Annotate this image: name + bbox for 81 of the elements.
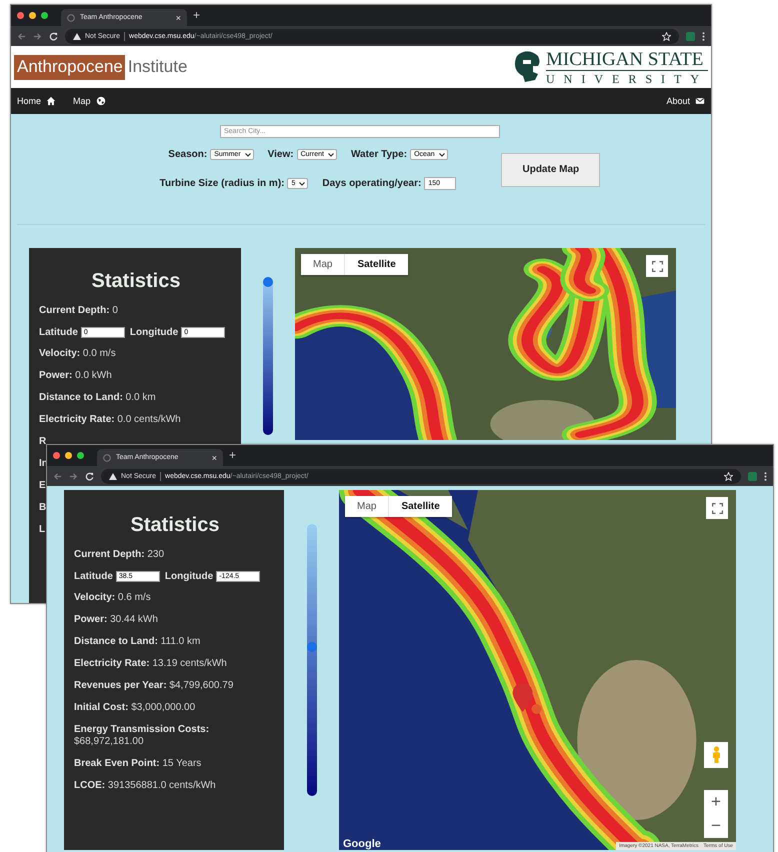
map-type-tab[interactable]: Map [345, 496, 388, 517]
longitude-label: Longitude [164, 571, 214, 582]
stat-line: Power: 0.0 kWh [39, 370, 113, 382]
page-icon [67, 14, 75, 22]
statistics-title: Statistics [90, 270, 182, 293]
tab-close-button[interactable]: × [176, 12, 181, 22]
stat-line: R [39, 436, 48, 448]
stat-line: Current Depth: 230 [74, 549, 166, 561]
caret-icon [299, 182, 306, 186]
map-link[interactable]: Map [73, 96, 106, 106]
depth-slider[interactable] [263, 277, 273, 435]
menu-icon[interactable] [702, 32, 705, 40]
stat-line: Revenues per Year: $4,799,600.79 [74, 680, 234, 692]
back-arrow-icon[interactable] [53, 472, 62, 480]
minimize-window-button[interactable] [65, 452, 72, 459]
new-tab-button[interactable]: + [229, 448, 236, 464]
stat-line: E [39, 480, 47, 492]
field-label: Water Type: [350, 149, 408, 160]
map-type-tab[interactable]: Satellite [388, 496, 452, 517]
close-window-button[interactable] [17, 12, 24, 19]
satellite-map-drawing[interactable] [339, 490, 736, 850]
field-label: Days operating/year: [322, 178, 422, 189]
about-link[interactable]: About [666, 96, 705, 106]
fullscreen-button[interactable] [706, 497, 728, 519]
stat-line: Current Depth: 0 [39, 305, 119, 317]
caret-icon [328, 152, 334, 156]
tab-close-button[interactable]: × [212, 452, 217, 462]
new-tab-button[interactable]: + [193, 8, 200, 24]
forward-arrow-icon[interactable] [69, 472, 78, 480]
stat-line: Electricity Rate: 13.19 cents/kWh [74, 658, 228, 670]
reload-icon[interactable] [49, 32, 58, 40]
map-provider-logo: Google [343, 838, 381, 850]
stat-line: Velocity: 0.0 m/s [39, 348, 117, 360]
star-icon[interactable] [724, 472, 733, 480]
update-map-button[interactable]: Update Map [501, 152, 600, 186]
star-icon[interactable] [662, 32, 671, 40]
field-label: Season: [168, 149, 208, 160]
person-icon [712, 746, 720, 764]
globe-icon [96, 96, 106, 106]
field-label: Turbine Size (radius in m): [160, 178, 284, 189]
home-icon [46, 96, 56, 106]
reload-icon[interactable] [85, 472, 94, 480]
field-label: View: [268, 149, 294, 160]
close-window-button[interactable] [53, 452, 60, 459]
warning-icon [73, 32, 81, 40]
home-link[interactable]: Home [17, 96, 56, 106]
menu-icon[interactable] [764, 472, 767, 480]
statistics-title: Statistics [130, 514, 220, 537]
stat-line: Velocity: 0.6 m/s [74, 592, 152, 604]
caret-icon [244, 152, 251, 156]
slider-thumb[interactable] [307, 642, 317, 652]
depth-slider[interactable] [307, 524, 317, 796]
stat-line: B [39, 502, 48, 514]
caret-icon [438, 152, 445, 156]
minimize-window-button[interactable] [29, 12, 36, 19]
maximize-window-button[interactable] [77, 452, 84, 459]
stat-line: Distance to Land: 0.0 km [39, 392, 157, 404]
back-arrow-icon[interactable] [17, 32, 26, 40]
maximize-window-button[interactable] [41, 12, 48, 19]
stat-line: LCOE: 391356881.0 cents/kWh [74, 780, 217, 792]
map-type-tab[interactable]: Satellite [344, 254, 408, 275]
envelope-icon [695, 96, 705, 106]
slider-thumb[interactable] [263, 277, 273, 287]
stat-line: Energy Transmission Costs: $68,972,181.00 [74, 724, 210, 748]
fullscreen-icon [712, 502, 722, 514]
latitude-label: Latitude [74, 571, 113, 582]
map-type-tab[interactable]: Map [301, 254, 344, 275]
stat-line: Power: 30.44 kWh [74, 614, 159, 626]
stat-line: Distance to Land: 111.0 km [74, 636, 202, 648]
longitude-label: Longitude [130, 327, 178, 338]
warning-icon [109, 472, 117, 480]
stat-line: Initial Cost: $3,000,000.00 [74, 702, 196, 714]
forward-arrow-icon[interactable] [33, 32, 42, 40]
satellite-map-drawing[interactable] [295, 248, 676, 440]
page-icon [103, 454, 111, 462]
university-wordmark: MICHIGAN STATE UNIVERSITY [546, 50, 708, 84]
fullscreen-button[interactable] [646, 255, 668, 277]
latitude-label: Latitude [39, 327, 78, 338]
fullscreen-icon [652, 260, 662, 272]
stat-line: Electricity Rate: 0.0 cents/kWh [39, 414, 182, 426]
stat-line: Break Even Point: 15 Years [74, 758, 202, 770]
